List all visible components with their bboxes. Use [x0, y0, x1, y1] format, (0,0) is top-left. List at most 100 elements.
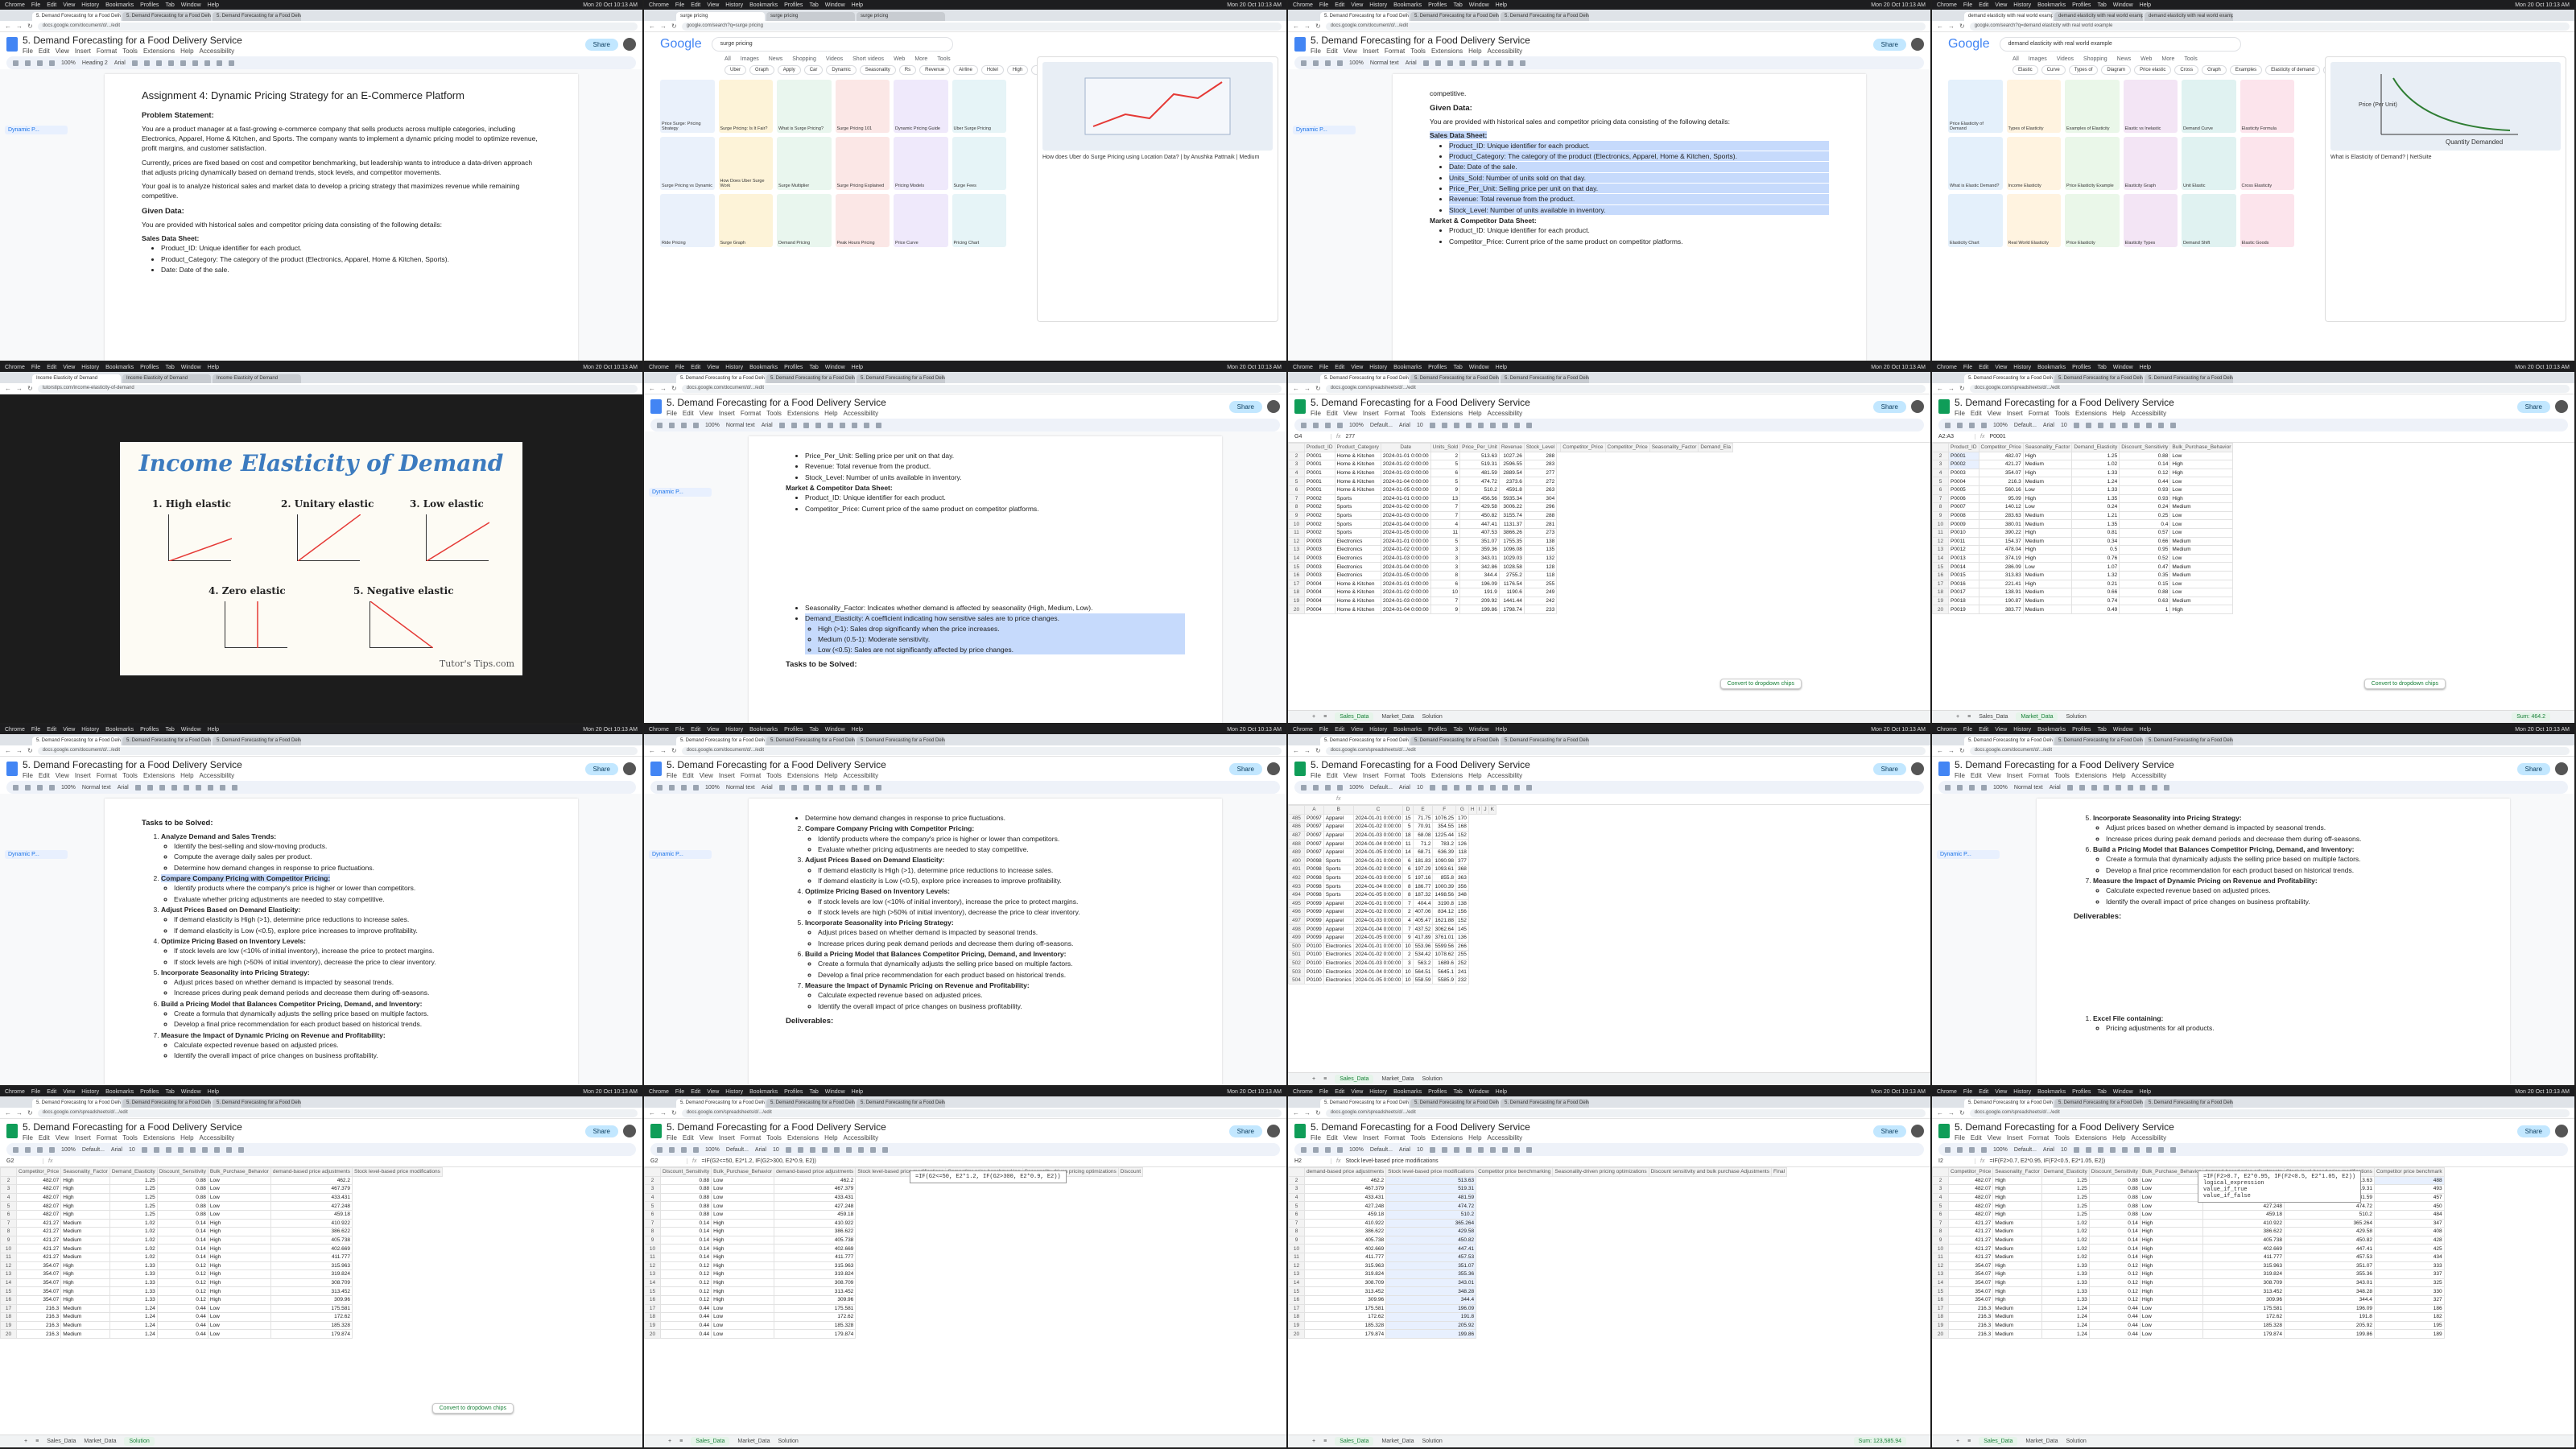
menu-item[interactable]: File — [23, 47, 33, 55]
browser-tab[interactable]: 5. Demand Forecasting for a Food Deliver… — [1320, 1099, 1409, 1108]
cell[interactable]: P0013 — [1948, 553, 1979, 564]
cell[interactable]: 319.824 — [1303, 1269, 1387, 1279]
menu-item[interactable]: File — [1311, 772, 1321, 779]
os-menu-item[interactable]: Profiles — [784, 2, 803, 8]
cell[interactable]: 405.738 — [774, 1235, 857, 1245]
dropdown-chip-suggestion[interactable]: Convert to dropdown chips — [2363, 679, 2446, 689]
name-box[interactable]: G4 — [1294, 434, 1331, 440]
browser-tab[interactable]: demand elasticity with real world exampl… — [2054, 12, 2143, 21]
row-number[interactable]: 20 — [1932, 1329, 1949, 1339]
zoom-select[interactable]: 100% — [1349, 60, 1364, 66]
menu-item[interactable]: Tools — [122, 1134, 138, 1141]
document-title[interactable]: 5. Demand Forecasting for a Food Deliver… — [1311, 1121, 1530, 1133]
cell[interactable]: 5645.1 — [1432, 967, 1456, 976]
cell[interactable]: 0.88 — [659, 1209, 712, 1220]
url-field[interactable]: tutorstips.com/income-elasticity-of-dema… — [37, 384, 638, 393]
cell[interactable]: High — [60, 1209, 110, 1220]
column-header[interactable]: Competitor price benchmark — [2373, 1167, 2445, 1177]
column-header[interactable]: Product_ID — [1948, 443, 1979, 452]
column-header[interactable]: Bulk_Purchase_Behavior — [207, 1167, 271, 1177]
cell[interactable]: 0.14 — [2088, 1235, 2140, 1245]
os-menu-item[interactable]: View — [707, 727, 719, 733]
row-number[interactable]: 498 — [1288, 924, 1305, 934]
share-button[interactable]: Share — [1228, 400, 1262, 413]
cell[interactable]: Low — [2139, 1201, 2203, 1211]
cell[interactable]: 0.88 — [156, 1192, 208, 1203]
cell[interactable]: 0.44 — [659, 1329, 712, 1339]
cell[interactable]: 0.34 — [2071, 536, 2120, 547]
cell[interactable]: Apparel — [1323, 847, 1354, 857]
cell[interactable]: 175.581 — [1303, 1303, 1387, 1314]
cell[interactable]: 1.33 — [109, 1261, 158, 1271]
menu-item[interactable]: View — [700, 1134, 713, 1141]
column-header[interactable]: Bulk_Purchase_Behavior — [2139, 1167, 2203, 1177]
row-number[interactable]: 8 — [1932, 1227, 1949, 1236]
back-arrow-icon[interactable]: ← — [1937, 23, 1943, 30]
cell[interactable]: 1 — [2119, 605, 2171, 614]
cell[interactable]: 428 — [2373, 1235, 2445, 1245]
image-result[interactable]: Demand Curve — [2182, 80, 2236, 133]
forward-arrow-icon[interactable]: → — [660, 1109, 667, 1117]
cell[interactable]: Medium — [1992, 1252, 2042, 1262]
menu-item[interactable]: View — [1344, 772, 1357, 779]
cell[interactable]: Apparel — [1323, 813, 1354, 824]
cell[interactable]: 209.92 — [1459, 596, 1500, 606]
avatar[interactable] — [1911, 38, 1924, 51]
document-title[interactable]: 5. Demand Forecasting for a Food Deliver… — [667, 759, 886, 770]
cell[interactable]: Low — [2139, 1312, 2203, 1322]
image-icon[interactable] — [1501, 422, 1508, 428]
cell[interactable]: 0.93 — [2119, 493, 2171, 504]
os-menu-item[interactable]: Bookmarks — [2037, 1089, 2066, 1095]
cell[interactable]: High — [2022, 527, 2073, 538]
share-button[interactable]: Share — [2516, 1125, 2550, 1137]
cell[interactable]: Low — [2169, 485, 2234, 495]
cell[interactable]: 0.49 — [2071, 605, 2120, 614]
row-number[interactable]: 13 — [1288, 545, 1305, 555]
row-number[interactable]: 4 — [0, 1192, 17, 1203]
cell[interactable]: High — [1992, 1278, 2042, 1288]
cell[interactable]: 281 — [1523, 519, 1558, 529]
search-tab[interactable]: Videos — [2057, 56, 2074, 62]
cell[interactable]: Apparel — [1323, 822, 1354, 832]
forward-arrow-icon[interactable]: → — [1304, 1109, 1311, 1117]
menu-item[interactable]: Help — [824, 772, 837, 779]
image-icon[interactable] — [1495, 60, 1501, 66]
cell[interactable]: P0097 — [1304, 822, 1324, 832]
cell[interactable]: 1028.58 — [1498, 562, 1525, 572]
cell[interactable]: High — [711, 1286, 775, 1296]
column-header[interactable]: Product_Category — [1334, 443, 1381, 452]
search-tab[interactable]: Videos — [826, 56, 843, 62]
image-result[interactable]: Price Curve — [894, 194, 948, 247]
back-arrow-icon[interactable]: ← — [1937, 1109, 1943, 1117]
italic-icon[interactable] — [1441, 784, 1447, 791]
cell[interactable]: Low — [711, 1184, 775, 1194]
cell[interactable]: 482.07 — [1947, 1209, 1994, 1220]
sheets-logo-icon[interactable] — [1294, 399, 1306, 414]
cell[interactable]: High — [2169, 468, 2234, 478]
bold-icon[interactable] — [778, 784, 785, 791]
menu-item[interactable]: View — [1988, 1134, 2001, 1141]
cell[interactable]: 2024-01-01 0:00:00 — [1352, 856, 1404, 866]
spellcheck-icon[interactable] — [1337, 1146, 1343, 1153]
redo-icon[interactable] — [25, 1146, 31, 1153]
align-icon[interactable] — [863, 422, 869, 428]
cell[interactable]: 421.27 — [1947, 1252, 1994, 1262]
cell[interactable]: 0.12 — [2088, 1261, 2140, 1271]
cell[interactable]: 273 — [1523, 527, 1558, 538]
os-menu-item[interactable]: Tab — [165, 1089, 174, 1095]
reload-icon[interactable]: ↻ — [671, 747, 677, 754]
cell[interactable]: High — [1992, 1261, 2042, 1271]
cell[interactable]: 2024-01-02 0:00:00 — [1380, 502, 1431, 512]
cell[interactable]: Sports — [1334, 493, 1381, 504]
cell[interactable]: P0005 — [1948, 485, 1979, 495]
cell[interactable]: 5 — [1430, 536, 1461, 547]
menu-item[interactable]: View — [1344, 410, 1357, 417]
row-number[interactable]: 500 — [1288, 941, 1305, 952]
cell[interactable]: 1.25 — [2041, 1201, 2090, 1211]
format-select[interactable]: Default... — [1370, 785, 1393, 791]
search-tab[interactable]: Short videos — [852, 56, 884, 62]
undo-icon[interactable] — [657, 422, 663, 428]
cell[interactable]: P0004 — [1948, 477, 1979, 486]
cell[interactable]: 0.66 — [2071, 588, 2120, 597]
cell[interactable]: 0.12 — [156, 1286, 208, 1296]
